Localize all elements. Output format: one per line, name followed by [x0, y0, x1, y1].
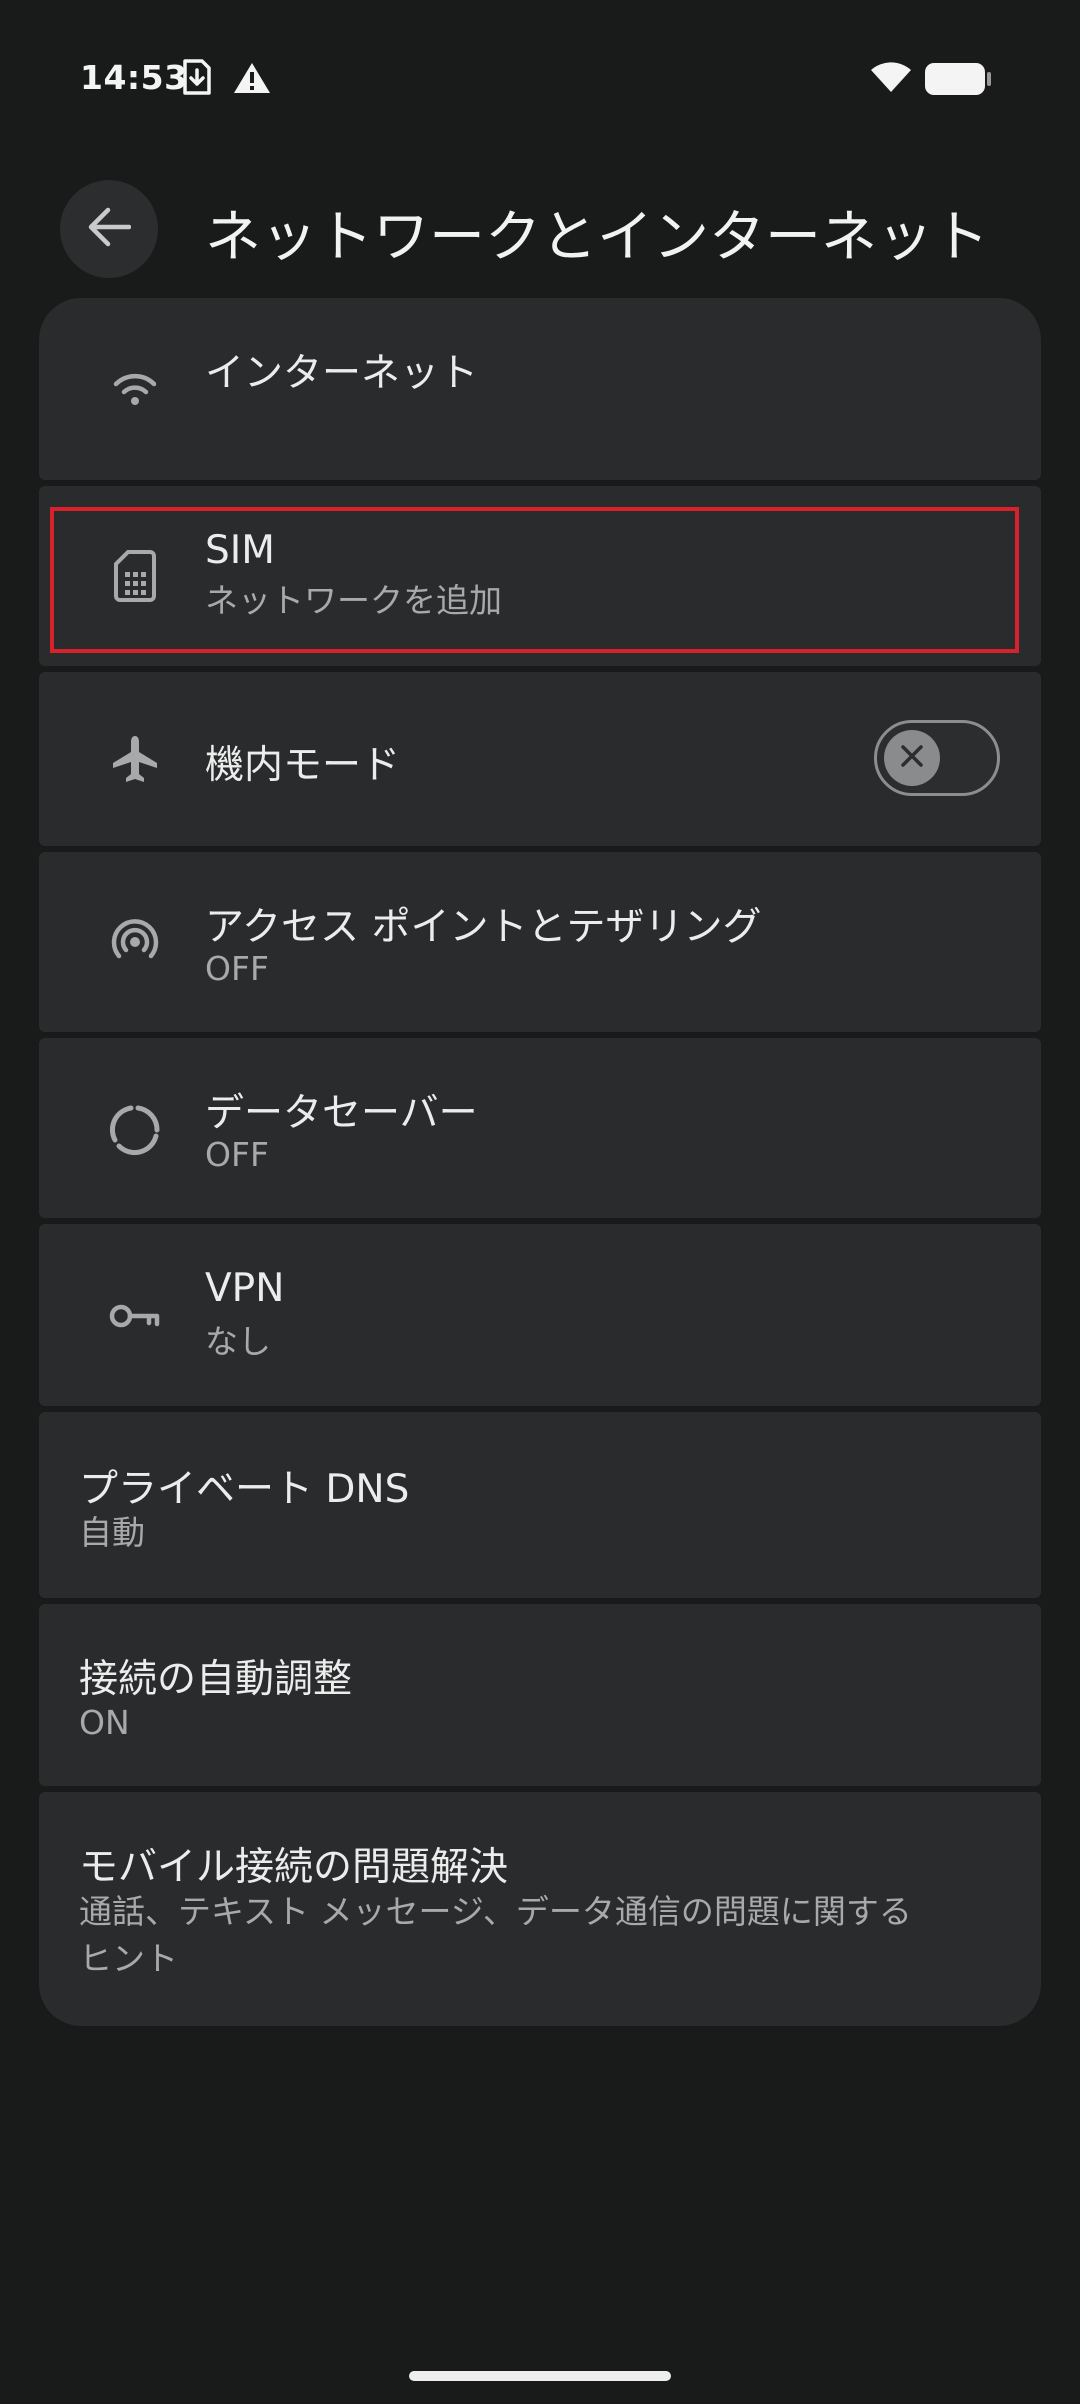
troubleshoot-title: モバイル接続の問題解決 [79, 1845, 509, 1890]
data-saver-title: データセーバー [205, 1091, 478, 1136]
toggle-knob [884, 730, 940, 786]
battery-icon [924, 62, 992, 100]
airplane-mode-item[interactable]: 機内モード [39, 672, 1041, 846]
close-icon [900, 744, 924, 772]
internet-item[interactable]: インターネット [39, 298, 1041, 480]
airplane-mode-title: 機内モード [205, 743, 401, 788]
data-saver-item[interactable]: データセーバー OFF [39, 1038, 1041, 1218]
vpn-item[interactable]: VPN なし [39, 1224, 1041, 1406]
page-title: ネットワークとインターネット [205, 205, 989, 270]
airplane-mode-toggle[interactable] [874, 720, 1000, 796]
wifi-icon [870, 60, 912, 98]
back-button[interactable] [60, 180, 158, 278]
airplane-icon [99, 723, 171, 795]
sim-card-icon [99, 540, 171, 612]
hotspot-title: アクセス ポイントとテザリング [205, 905, 762, 950]
vpn-key-icon [99, 1280, 171, 1352]
gesture-nav-handle[interactable] [409, 2371, 671, 2381]
vpn-title: VPN [205, 1266, 285, 1311]
wifi-icon [99, 353, 171, 425]
private-dns-summary: 自動 [79, 1513, 145, 1552]
app-bar: ネットワークとインターネット [0, 180, 1080, 280]
alert-triangle-icon [233, 62, 271, 98]
private-dns-title: プライベート DNS [79, 1467, 410, 1512]
hotspot-icon [99, 906, 171, 978]
adaptive-connectivity-item[interactable]: 接続の自動調整 ON [39, 1604, 1041, 1786]
sim-item[interactable]: SIM ネットワークを追加 [39, 486, 1041, 666]
data-saver-summary: OFF [205, 1135, 269, 1174]
hotspot-summary: OFF [205, 949, 269, 988]
arrow-left-icon [87, 207, 132, 251]
adaptive-connectivity-summary: ON [79, 1703, 130, 1742]
sim-title: SIM [205, 528, 275, 573]
sim-summary: ネットワークを追加 [205, 581, 502, 620]
internet-title: インターネット [205, 351, 479, 396]
highlight-box [50, 507, 1019, 653]
adaptive-connectivity-title: 接続の自動調整 [79, 1657, 353, 1702]
hotspot-item[interactable]: アクセス ポイントとテザリング OFF [39, 852, 1041, 1032]
sim-download-icon [182, 58, 212, 100]
status-bar: 14:53 [0, 0, 1080, 160]
vpn-summary: なし [205, 1322, 271, 1361]
private-dns-item[interactable]: プライベート DNS 自動 [39, 1412, 1041, 1598]
troubleshoot-summary-line1: 通話、テキスト メッセージ、データ通信の問題に関する [79, 1892, 912, 1931]
data-saver-icon [99, 1094, 171, 1166]
troubleshoot-item[interactable]: モバイル接続の問題解決 通話、テキスト メッセージ、データ通信の問題に関する ヒ… [39, 1792, 1041, 2026]
status-time: 14:53 [80, 58, 188, 97]
troubleshoot-summary-line2: ヒント [79, 1939, 178, 1978]
